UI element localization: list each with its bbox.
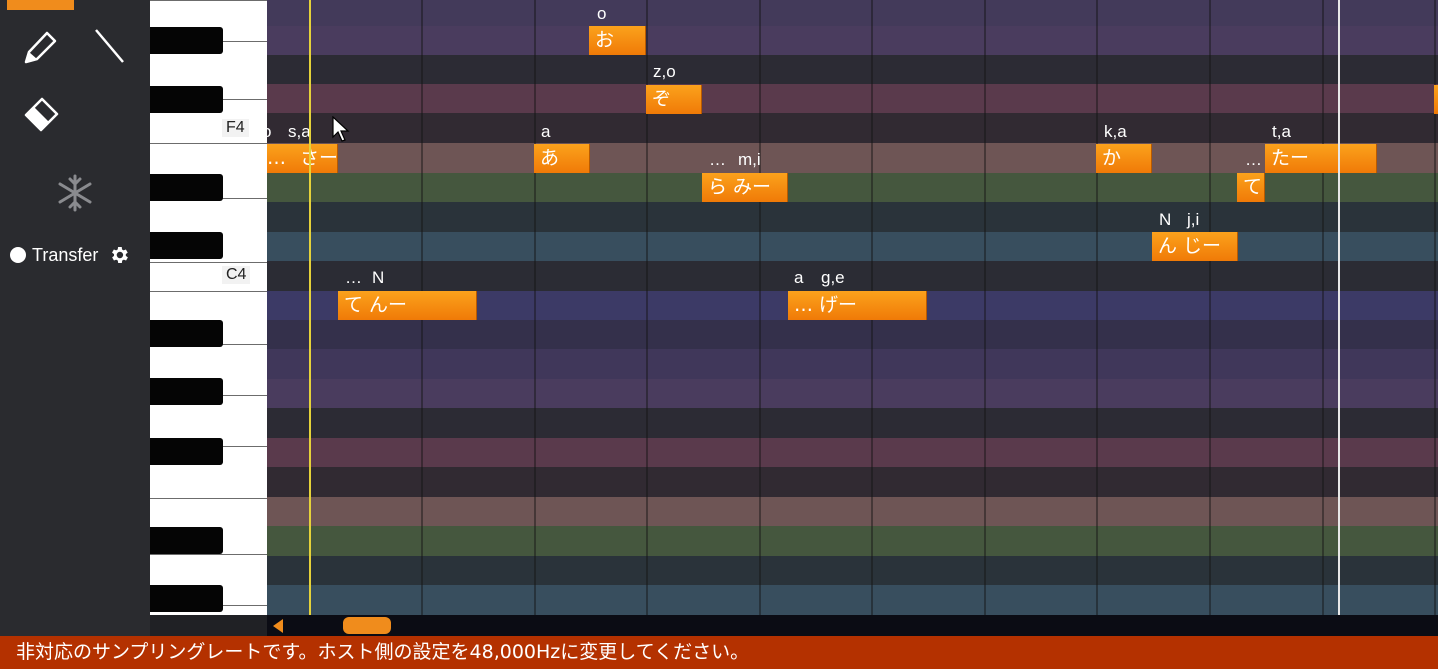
line-icon[interactable]: [92, 27, 128, 67]
phoneme-label: t,a: [1272, 122, 1291, 141]
phoneme-label: …: [345, 268, 362, 287]
active-tool-tab[interactable]: [7, 0, 74, 10]
note-block[interactable]: … げー: [788, 291, 927, 320]
phoneme-label: a: [794, 268, 804, 287]
note-block[interactable]: [1434, 85, 1438, 114]
note-block[interactable]: … さー: [267, 144, 338, 173]
note-lead: …: [267, 147, 286, 169]
transfer-toggle[interactable]: [10, 247, 26, 263]
black-key[interactable]: [150, 585, 223, 612]
note-block[interactable]: ぞ: [646, 85, 702, 114]
black-key[interactable]: [150, 320, 223, 347]
mouse-cursor-icon: [332, 116, 350, 142]
phoneme-label: g,e: [821, 268, 845, 287]
note-block[interactable]: たー: [1265, 144, 1377, 173]
piano-keyboard[interactable]: [150, 0, 267, 615]
loop-end-marker[interactable]: [1338, 0, 1340, 615]
piano-roll-grid[interactable]: o お z,o ぞ o s,a … さー a あ k,a か … t,a たー …: [267, 0, 1438, 615]
note-block[interactable]: あ: [534, 144, 590, 173]
phoneme-label: …: [1245, 150, 1262, 169]
note-block[interactable]: て んー: [338, 291, 477, 320]
status-bar: 非対応のサンプリングレートです。ホスト側の設定を48,000Hzに変更してくださ…: [0, 636, 1438, 669]
black-key[interactable]: [150, 438, 223, 465]
key-label-f4: F4: [222, 119, 249, 137]
black-key[interactable]: [150, 378, 223, 405]
note-block[interactable]: ら みー: [702, 173, 788, 202]
key-label-c4: C4: [222, 266, 251, 284]
phoneme-label: a: [541, 122, 551, 141]
phoneme-label: j,i: [1187, 210, 1200, 229]
phoneme-label: o: [267, 122, 271, 142]
note-block[interactable]: お: [589, 26, 646, 55]
phoneme-label: s,a: [288, 122, 311, 141]
status-message: 非対応のサンプリングレートです。ホスト側の設定を48,000Hzに変更してくださ…: [16, 641, 750, 663]
phoneme-label: z,o: [653, 62, 676, 81]
playhead[interactable]: [309, 0, 311, 615]
eraser-icon[interactable]: [22, 96, 60, 134]
transfer-label: Transfer: [32, 244, 99, 265]
phoneme-label: N: [372, 268, 385, 287]
black-key[interactable]: [150, 86, 223, 113]
horizontal-scrollbar[interactable]: [267, 615, 1438, 636]
pencil-icon[interactable]: [22, 28, 58, 66]
freeze-icon[interactable]: [56, 174, 94, 212]
phoneme-label: N: [1159, 210, 1172, 229]
phoneme-label: k,a: [1104, 122, 1127, 141]
note-block[interactable]: て: [1237, 173, 1265, 202]
black-key[interactable]: [150, 174, 223, 201]
black-key[interactable]: [150, 27, 223, 54]
note-lyric: さー: [300, 147, 338, 169]
note-block[interactable]: か: [1096, 144, 1152, 173]
phoneme-label: o: [597, 4, 607, 23]
gear-icon[interactable]: [108, 244, 130, 266]
scroll-left-arrow-icon[interactable]: [273, 619, 283, 633]
scrollbar-thumb[interactable]: [343, 617, 391, 634]
tool-panel: Transfer: [0, 0, 150, 636]
note-block[interactable]: ん じー: [1152, 232, 1238, 261]
black-key[interactable]: [150, 527, 223, 554]
black-key[interactable]: [150, 232, 223, 259]
phoneme-label: m,i: [738, 150, 761, 169]
phoneme-label: …: [709, 150, 726, 169]
transfer-control[interactable]: Transfer: [10, 244, 130, 266]
